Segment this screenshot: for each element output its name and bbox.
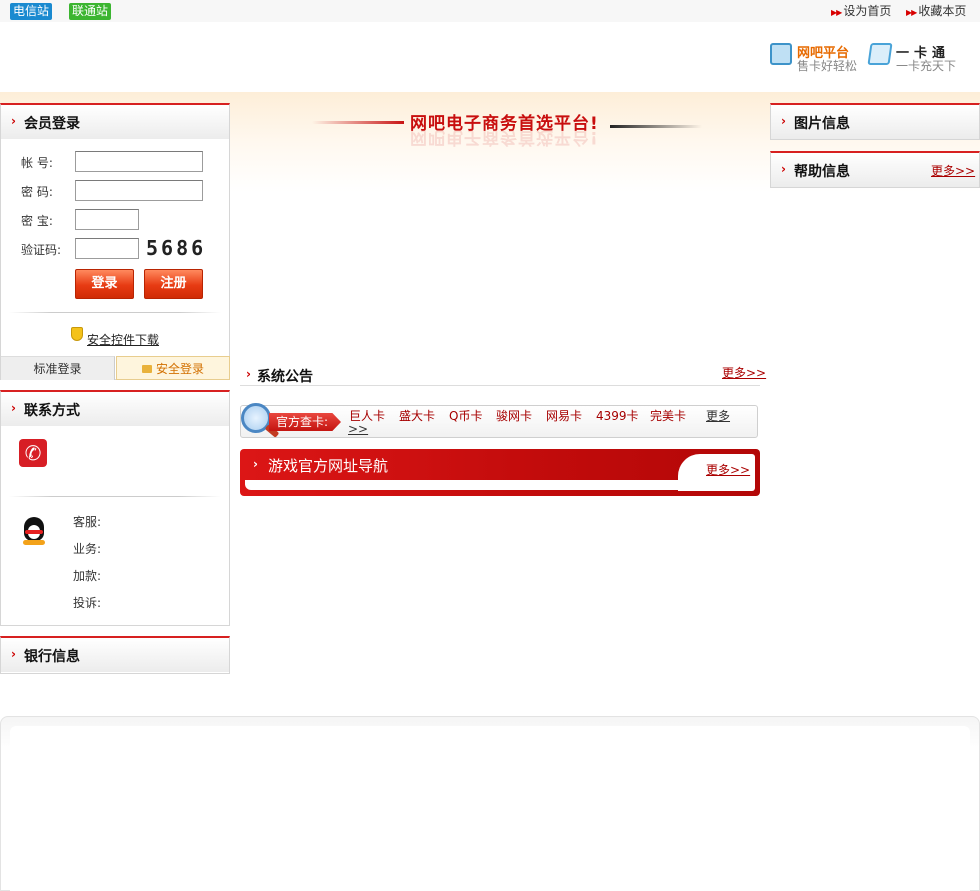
card-link-shanda[interactable]: 盛大卡 [399,407,435,424]
card-subtitle: 一卡充天下 [896,59,957,73]
bookmark-link[interactable]: ▶▶ 收藏本页 [906,3,966,21]
footer [0,716,980,891]
tab-standard-login[interactable]: 标准登录 [1,356,115,380]
monitor-icon [770,43,792,65]
bank-panel-header: › 银行信息 [1,638,229,672]
card-link-netease[interactable]: 网易卡 [546,407,582,424]
card-link-4399[interactable]: 4399卡 [596,407,639,424]
password-input[interactable] [75,180,203,201]
card-link-wanmei[interactable]: 完美卡 [650,407,686,424]
contact-title: 联系方式 [24,403,80,419]
contact-row: 业务: [73,542,102,556]
chevron-right-icon: › [11,647,16,661]
game-nav-content [245,480,727,490]
contact-row: 投诉: [73,596,102,610]
contact-panel: › 联系方式 ✆ 客服: 业务: 加款: 投诉: [0,390,230,626]
card-query-tag: 官方查卡: [269,413,341,431]
login-button[interactable]: 登录 [75,269,134,299]
notice-more-link[interactable]: 更多>> [722,364,766,381]
account-input[interactable] [75,151,203,172]
help-more-link[interactable]: 更多>> [931,162,975,179]
game-nav-more-link[interactable]: 更多>> [706,461,750,478]
login-title: 会员登录 [24,116,80,132]
footer-inner [10,726,970,891]
lock-icon [141,365,152,373]
chevron-right-icon: › [246,367,251,381]
password-label: 密 码: [21,185,53,199]
picture-title: 图片信息 [794,116,850,132]
help-info-panel: › 帮助信息 更多>> [770,151,980,188]
security-download-link[interactable]: 安全控件下载 [87,331,159,348]
bookmark-label: 收藏本页 [918,4,967,18]
phone-icon: ✆ [19,439,47,467]
set-home-link[interactable]: ▶▶ 设为首页 [831,3,891,21]
bank-panel: › 银行信息 [0,636,230,674]
chevron-right-icon: › [781,114,786,128]
chevron-right-icon: › [253,457,258,471]
one-card-feature: 一卡通 一卡充天下 [867,42,969,73]
account-label: 帐 号: [21,156,53,170]
chevron-right-icon: › [11,114,16,128]
qq-scarf-shape [25,530,43,534]
captcha-label: 验证码: [21,243,62,257]
divider [9,496,221,497]
set-home-label: 设为首页 [843,4,892,18]
card-link-qcoin[interactable]: Q币卡 [449,407,482,424]
captcha-image[interactable]: 5686 [146,236,206,260]
top-bar: 电信站 联通站 ▶▶ 设为首页 ▶▶ 收藏本页 [0,0,980,22]
netbar-platform-feature: 网吧平台 售卡好轻松 [770,42,870,73]
unicom-site-link[interactable]: 联通站 [69,3,112,20]
card-more-arrow-link[interactable]: >> [348,422,368,436]
notice-divider [240,385,760,386]
qq-penguin-icon [21,514,47,546]
bank-title: 银行信息 [24,649,80,665]
card-link-junnet[interactable]: 骏网卡 [496,407,532,424]
card-query-bar: 官方查卡: 巨人卡 盛大卡 Q币卡 骏网卡 网易卡 4399卡 完美卡 更多 >… [240,403,758,438]
secure-login-label: 安全登录 [155,362,204,376]
help-title: 帮助信息 [794,164,850,180]
telecom-site-link[interactable]: 电信站 [10,3,53,20]
double-arrow-icon: ▶▶ [906,8,917,17]
tab-secure-login[interactable]: 安全登录 [116,356,230,380]
picture-panel-header: › 图片信息 [771,105,979,139]
login-panel: › 会员登录 帐 号: 密 码: 密 宝: 验证码: 5686 登录 注册 安全… [0,103,230,380]
game-nav-title: 游戏官方网址导航 [268,457,389,475]
contact-row: 客服: [73,515,102,529]
shield-icon [71,327,83,341]
netbar-subtitle: 售卡好轻松 [797,59,858,73]
card-icon [867,43,893,65]
chevron-right-icon: › [11,401,16,415]
chevron-right-icon: › [781,162,786,176]
qq-feet-shape [23,540,45,545]
secret-label: 密 宝: [21,214,53,228]
help-panel-header: › 帮助信息 更多>> [771,153,979,187]
captcha-input[interactable] [75,238,139,259]
slogan-reflection: 网吧电子商务首选平台! [410,127,599,147]
login-panel-header: › 会员登录 [1,105,229,139]
picture-info-panel: › 图片信息 [770,103,980,140]
slogan-line-left [312,121,404,124]
secret-input[interactable] [75,209,139,230]
slogan-line-right [610,125,702,128]
card-more-link[interactable]: 更多 [706,407,730,424]
notice-title: 系统公告 [257,369,313,385]
game-nav-banner: › 游戏官方网址导航 更多>> [240,449,760,496]
divider [9,312,221,313]
double-arrow-icon: ▶▶ [831,8,842,17]
register-button[interactable]: 注册 [144,269,203,299]
contact-panel-header: › 联系方式 [1,392,229,426]
contact-row: 加款: [73,569,102,583]
